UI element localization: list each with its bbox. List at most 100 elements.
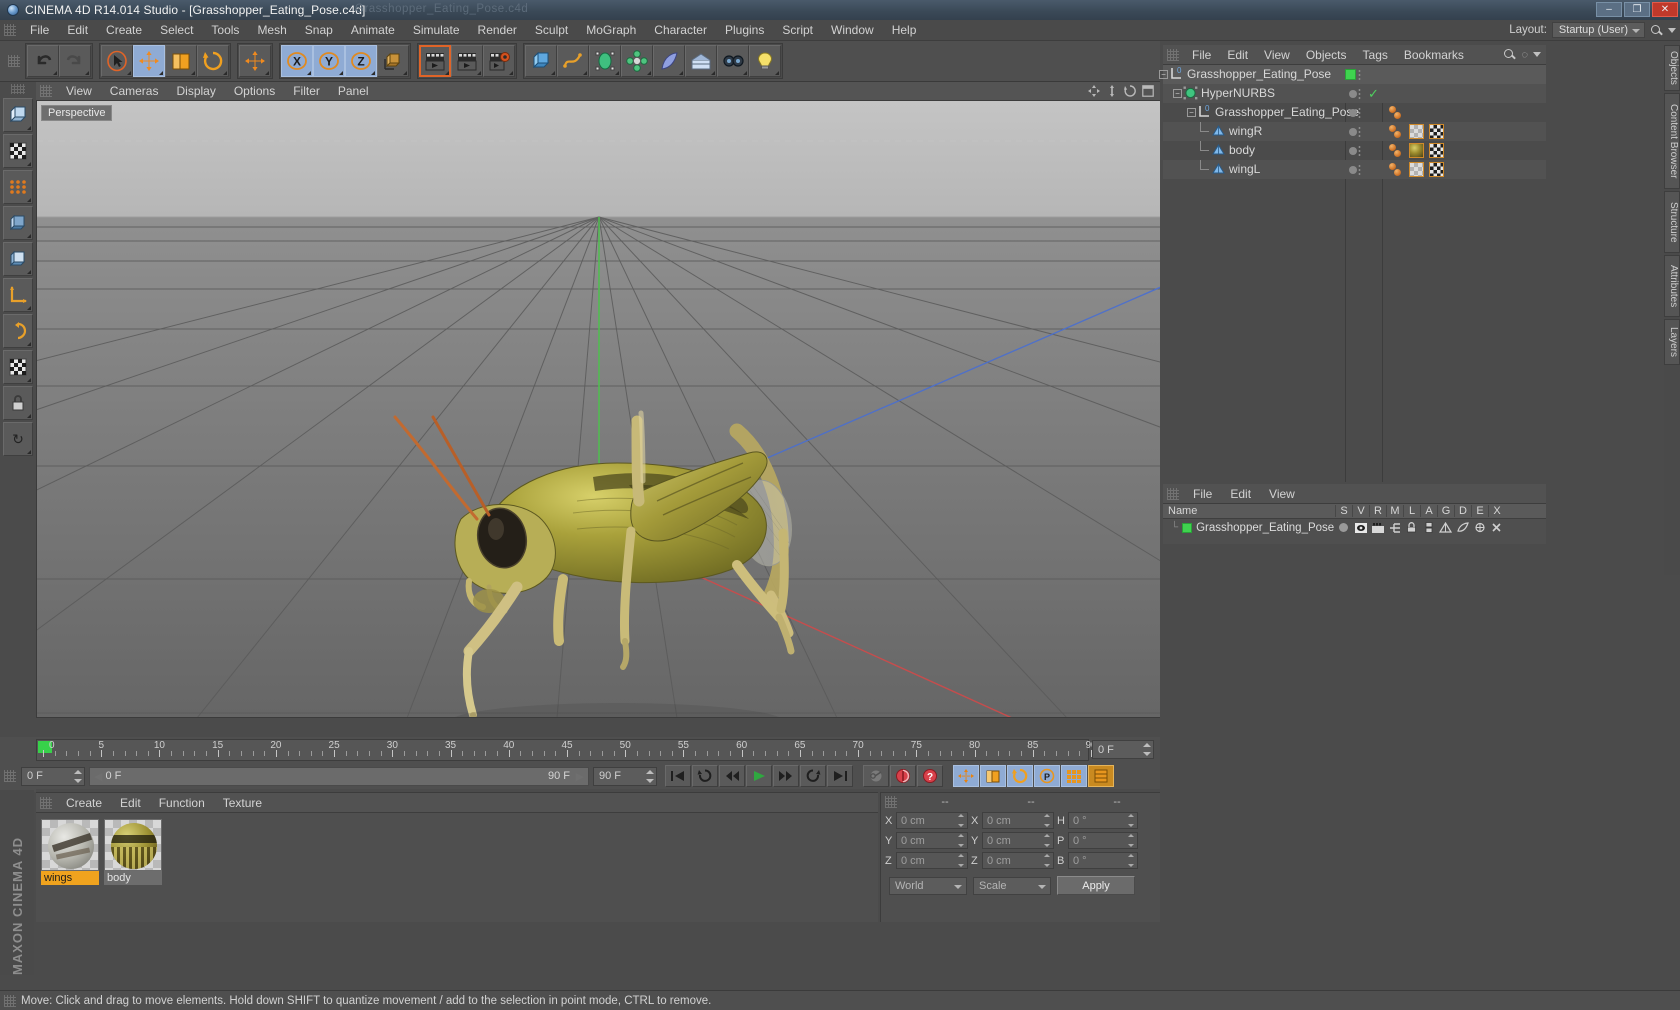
layout-dropdown[interactable]: Startup (User) [1551,22,1645,38]
material-cell[interactable]: body [104,819,162,885]
layer-name-cell[interactable]: └ Grasshopper_Eating_Pose [1163,522,1335,534]
object-row[interactable]: wingL [1163,160,1546,179]
lock-z-axis-button[interactable]: Z [345,45,377,77]
viewport-menu-cameras[interactable]: Cameras [101,82,168,101]
object-manager-menu-view[interactable]: View [1256,45,1298,65]
layer-toggle-cell[interactable] [1335,523,1352,532]
record-active-objects-button[interactable] [863,765,889,787]
object-manager-grip-icon[interactable] [1167,48,1179,61]
key-param-button[interactable]: P [1034,765,1060,787]
coordinate-system-dropdown[interactable]: World [889,876,967,895]
coordinates-size-field[interactable]: 0 cm [982,812,1054,829]
menu-item-plugins[interactable]: Plugins [716,20,773,41]
viewport-menu-view[interactable]: View [57,82,101,101]
expand-collapse-toggle[interactable]: − [1159,70,1168,79]
material-tag-wings[interactable] [1409,162,1424,177]
menu-item-character[interactable]: Character [645,20,716,41]
spline-button[interactable] [557,45,589,77]
lock-workplane-button[interactable] [3,386,33,420]
layer-toggle-cell[interactable] [1386,522,1403,533]
key-pla-button[interactable] [1061,765,1087,787]
coordinates-grip-icon[interactable] [885,796,897,808]
visibility-dots-icon[interactable] [1358,107,1361,118]
object-manager-menu-file[interactable]: File [1184,45,1219,65]
size-mode-dropdown[interactable]: Scale [973,876,1051,895]
model-mode-button[interactable] [3,98,33,132]
material-menu-function[interactable]: Function [150,793,214,813]
key-position-button[interactable] [953,765,979,787]
current-frame-field[interactable]: 0 F [1092,740,1154,759]
go-to-end-button[interactable] [827,765,853,787]
coordinates-rot-field[interactable]: 0 ° [1068,832,1138,849]
timeline-button[interactable] [1088,765,1114,787]
menu-item-select[interactable]: Select [151,20,202,41]
layer-column-header[interactable]: D [1454,505,1471,517]
coordinates-pos-field[interactable]: 0 cm [896,852,968,869]
visibility-dot-icon[interactable] [1349,166,1357,174]
visibility-dots-icon[interactable] [1358,88,1361,99]
render-region-button[interactable] [451,45,483,77]
move-camera-icon[interactable] [1088,85,1100,97]
workplane-button[interactable]: ↻ [3,422,33,456]
layer-color-swatch[interactable] [1182,522,1193,533]
side-tab-layers[interactable]: Layers [1664,319,1680,365]
lock-x-axis-button[interactable]: X [281,45,313,77]
uvw-tag-icon[interactable] [1429,124,1444,139]
timeline-max-field[interactable]: 90 F [593,766,657,786]
material-tag-wings[interactable] [1409,124,1424,139]
visibility-dots-icon[interactable] [1358,126,1361,137]
coordinates-size-field[interactable]: 0 cm [982,832,1054,849]
layer-column-header[interactable]: Name [1163,505,1335,517]
side-tab-content-browser[interactable]: Content Browser [1664,93,1680,189]
material-thumbnail[interactable] [41,819,99,871]
dolly-camera-icon[interactable] [1106,85,1118,97]
uvw-tag-icon[interactable] [1429,162,1444,177]
object-row[interactable]: wingR [1163,122,1546,141]
maximize-viewport-icon[interactable] [1142,85,1154,97]
expand-collapse-toggle[interactable]: − [1187,108,1196,117]
dot-tags-icon[interactable] [1389,163,1403,176]
coordinates-pos-field[interactable]: 0 cm [896,812,968,829]
visibility-dot-icon[interactable] [1349,90,1357,98]
visibility-dot-icon[interactable] [1349,128,1357,136]
filter-icon[interactable]: ◌ [1521,49,1528,61]
material-cell[interactable]: wings [41,819,99,885]
viewport-menu-panel[interactable]: Panel [329,82,378,101]
layer-column-header[interactable]: M [1386,505,1403,517]
undo-button[interactable] [27,45,59,77]
layer-toggle-cell[interactable] [1352,522,1369,533]
expand-collapse-toggle[interactable]: − [1173,89,1182,98]
menu-item-script[interactable]: Script [773,20,822,41]
visibility-dot-icon[interactable] [1349,109,1357,117]
viewport-menu-display[interactable]: Display [167,82,224,101]
edges-mode-button[interactable] [3,206,33,240]
material-menu-texture[interactable]: Texture [214,793,271,813]
coordinates-size-field[interactable]: 0 cm [982,852,1054,869]
layer-toggle-cell[interactable] [1454,522,1471,533]
viewport-grip-icon[interactable] [40,85,52,97]
dot-tags-icon[interactable] [1389,144,1403,157]
layer-toggle-cell[interactable] [1437,522,1454,533]
timeline-start-stepper[interactable] [74,769,82,783]
maximize-button[interactable]: ❐ [1624,2,1650,17]
layer-manager-menu-view[interactable]: View [1260,484,1304,504]
layer-column-header[interactable]: R [1369,505,1386,517]
chevron-down-icon[interactable] [1533,52,1541,57]
camera-button[interactable] [717,45,749,77]
layer-column-header[interactable]: A [1420,505,1437,517]
redo-button[interactable] [59,45,91,77]
coordinates-rot-field[interactable]: 0 ° [1068,852,1138,869]
dot-tags-icon[interactable] [1389,106,1403,119]
render-view-button[interactable] [419,45,451,77]
object-manager-menu-edit[interactable]: Edit [1219,45,1256,65]
side-tab-attributes[interactable]: Attributes [1664,255,1680,317]
material-name[interactable]: body [104,871,162,885]
autokeying-button[interactable] [890,765,916,787]
world-object-axis-button[interactable] [377,45,409,77]
minimize-button[interactable]: – [1596,2,1622,17]
layer-manager-menu-edit[interactable]: Edit [1221,484,1260,504]
material-tag-body[interactable] [1409,143,1424,158]
layer-column-header[interactable]: S [1335,505,1352,517]
timeline-start-field[interactable]: 0 F [21,766,85,786]
layer-toggle-cell[interactable] [1403,522,1420,533]
